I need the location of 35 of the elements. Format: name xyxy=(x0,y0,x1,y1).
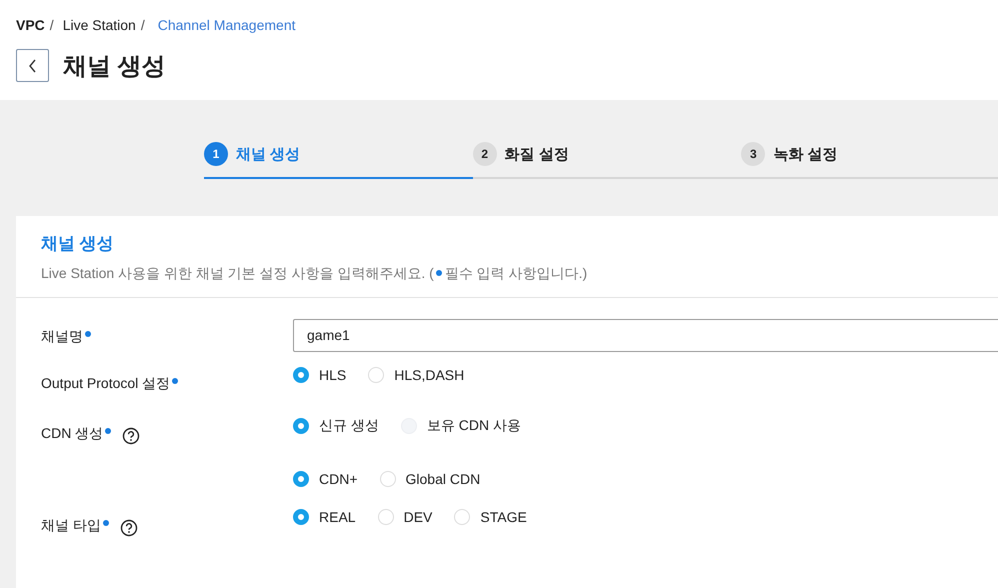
radio-button[interactable] xyxy=(293,471,309,487)
step-tab[interactable]: 1 채널 생성 xyxy=(204,142,473,179)
field-label: CDN 생성 xyxy=(41,425,104,443)
help-icon[interactable] xyxy=(122,427,140,445)
back-button[interactable] xyxy=(16,49,49,82)
radio-option[interactable]: HLS xyxy=(293,367,346,383)
radio-option[interactable]: HLS,DASH xyxy=(368,367,464,383)
radio-option[interactable]: STAGE xyxy=(454,509,527,525)
radio-button[interactable] xyxy=(293,418,309,434)
field-label: 채널 타입 xyxy=(41,517,101,535)
section-description: Live Station 사용을 위한 채널 기본 설정 사항을 입력해주세요. ( 필수 입력 사항입니다.) xyxy=(41,265,588,283)
page-title: 채널 생성 xyxy=(63,52,166,82)
radio-option[interactable]: REAL xyxy=(293,509,356,525)
radio-option[interactable]: CDN+ xyxy=(293,471,358,487)
radio-button[interactable] xyxy=(293,367,309,383)
breadcrumb-separator: / xyxy=(140,17,145,33)
radio-option[interactable]: DEV xyxy=(378,509,432,525)
step-number: 2 xyxy=(472,142,497,166)
radio-option[interactable]: Global CDN xyxy=(380,471,480,487)
step-number: 3 xyxy=(741,142,766,166)
breadcrumb-item[interactable]: Channel Management xyxy=(158,17,296,33)
channel-name-field[interactable]: game1 xyxy=(293,319,998,352)
breadcrumb-separator: / xyxy=(50,17,54,33)
field-label: 채널명 xyxy=(41,328,83,346)
step-number: 1 xyxy=(204,142,228,166)
chevron-left-icon xyxy=(26,58,38,72)
step-tab[interactable]: 2 화질 설정 xyxy=(472,142,742,179)
field-label: Output Protocol 설정 xyxy=(41,375,170,393)
breadcrumb-item: Live Station xyxy=(62,17,136,33)
help-icon[interactable] xyxy=(120,519,138,537)
step-tab[interactable]: 3 녹화 설정 xyxy=(741,142,998,179)
section-title: 채널 생성 xyxy=(41,233,115,255)
radio-button[interactable] xyxy=(293,509,309,525)
radio-option[interactable]: 신규 생성 xyxy=(293,417,379,435)
breadcrumb-item: VPC xyxy=(16,17,45,33)
